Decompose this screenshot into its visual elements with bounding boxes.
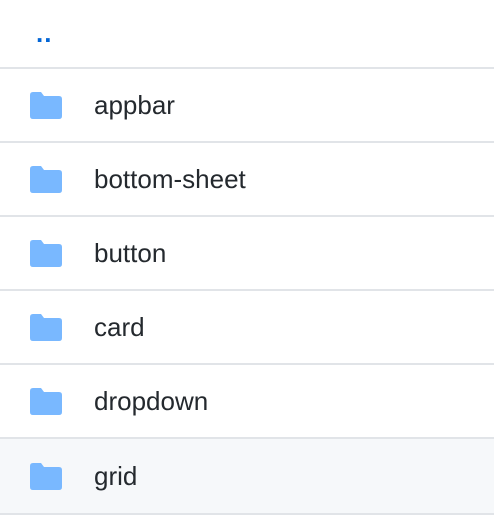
- file-row[interactable]: appbar: [0, 69, 494, 143]
- file-row[interactable]: card: [0, 291, 494, 365]
- file-row-name[interactable]: button: [94, 240, 166, 266]
- folder-icon: [30, 462, 62, 490]
- file-row[interactable]: bottom-sheet: [0, 143, 494, 217]
- file-row-name[interactable]: dropdown: [94, 388, 208, 414]
- file-row-name[interactable]: card: [94, 314, 145, 340]
- folder-icon: [30, 239, 62, 267]
- file-row-hovered[interactable]: grid: [0, 439, 494, 515]
- file-row-name[interactable]: appbar: [94, 92, 175, 118]
- file-row[interactable]: dropdown: [0, 365, 494, 439]
- folder-icon: [30, 91, 62, 119]
- file-row[interactable]: button: [0, 217, 494, 291]
- folder-icon: [30, 313, 62, 341]
- file-row-name[interactable]: grid: [94, 463, 137, 489]
- folder-icon: [30, 387, 62, 415]
- parent-directory-link[interactable]: ..: [36, 20, 52, 46]
- file-list: .. appbar bottom-sheet button card dropd…: [0, 0, 494, 524]
- file-row-name[interactable]: bottom-sheet: [94, 166, 246, 192]
- folder-icon: [30, 165, 62, 193]
- parent-directory-row[interactable]: ..: [0, 0, 494, 69]
